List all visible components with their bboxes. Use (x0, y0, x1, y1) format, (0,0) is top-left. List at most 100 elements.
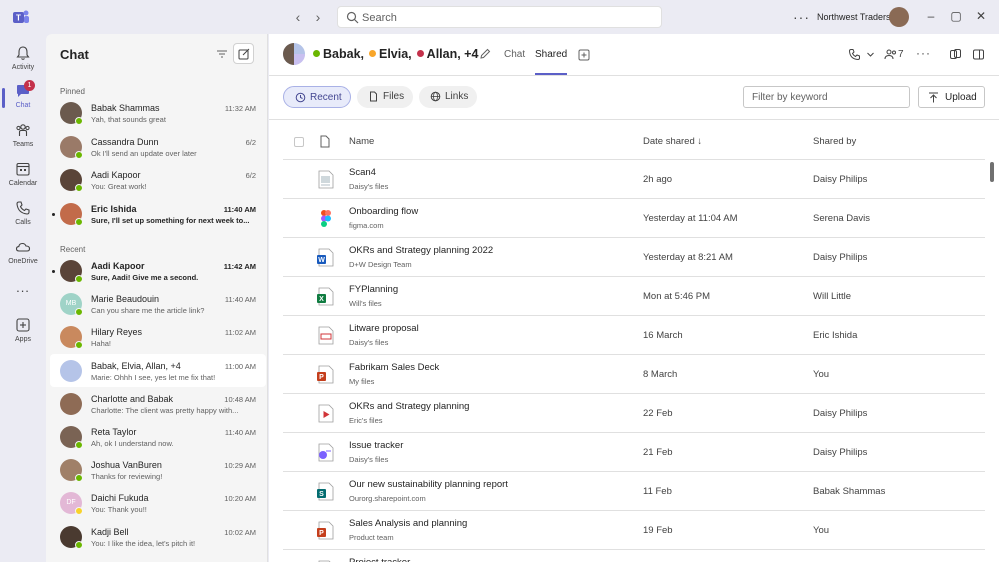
presence-status-icon (75, 150, 83, 159)
rail-activity[interactable]: Activity (0, 42, 46, 78)
minimize-icon[interactable]: – (924, 9, 938, 23)
new-chat-button[interactable] (233, 43, 254, 64)
chevron-down-icon[interactable] (866, 48, 875, 61)
file-name[interactable]: Project tracker (349, 557, 410, 562)
file-row[interactable]: S Our new sustainability planning report O… (283, 472, 985, 511)
file-row[interactable]: W OKRs and Strategy planning 2022 D+W Desi… (283, 238, 985, 277)
file-name[interactable]: Litware proposal (349, 323, 419, 334)
filter-links-pill[interactable]: Links (419, 86, 477, 108)
chat-list-item[interactable]: DF Daichi Fukuda 10:20 AM You: Thank you!! (50, 486, 266, 519)
date-shared: 11 Feb (643, 486, 672, 497)
chat-time: 10:29 AM (224, 461, 256, 471)
chat-list-item[interactable]: Kadji Bell 10:02 AM You: I like the idea, … (50, 520, 266, 553)
rail-onedrive[interactable]: OneDrive (0, 236, 46, 272)
file-name[interactable]: FYPlanning (349, 284, 398, 295)
column-date-shared[interactable]: Date shared ↓ (643, 136, 702, 147)
rail-calendar[interactable]: Calendar (0, 158, 46, 194)
filter-keyword-field[interactable] (743, 86, 910, 108)
close-icon[interactable]: ✕ (974, 9, 988, 23)
unread-indicator (52, 270, 55, 273)
add-tab-icon[interactable] (578, 49, 590, 61)
column-name[interactable]: Name (349, 136, 374, 147)
filter-recent-pill[interactable]: Recent (283, 86, 351, 108)
file-row[interactable]: Project tracker (283, 550, 985, 562)
powerpoint-file-icon: P (317, 521, 334, 540)
chat-list-item[interactable]: Hilary Reyes 11:02 AM Haha! (50, 320, 266, 353)
chat-participants[interactable]: Babak, Elvia, Allan, +4 (313, 47, 483, 61)
pdf-file-icon (318, 326, 334, 345)
file-name[interactable]: Our new sustainability planning report (349, 479, 508, 490)
file-row[interactable]: Litware proposal Daisy's files 16 March Eri… (283, 316, 985, 355)
unread-indicator (52, 212, 55, 216)
rail-more[interactable]: ... (0, 281, 46, 297)
chat-list-item[interactable]: Aadi Kapoor 6/2 You: Great work! (50, 163, 266, 196)
file-row[interactable]: X FYPlanning Will's files Mon at 5:46 PM Wil… (283, 277, 985, 316)
date-shared: Yesterday at 11:04 AM (643, 213, 738, 224)
select-all-checkbox[interactable] (294, 137, 304, 147)
chat-list-item[interactable]: Cassandra Dunn 6/2 Ok I'll send an update … (50, 130, 266, 163)
forward-arrow-icon[interactable]: › (310, 9, 326, 25)
shared-by: Daisy Philips (813, 447, 868, 458)
copilot-icon[interactable] (949, 48, 962, 61)
group-avatar[interactable] (283, 43, 305, 65)
edit-pencil-icon[interactable] (479, 48, 491, 60)
sharepoint-file-icon: S (317, 482, 334, 501)
bell-icon (16, 46, 30, 60)
file-row[interactable]: P Sales Analysis and planning Product team… (283, 511, 985, 550)
column-shared-by[interactable]: Shared by (813, 136, 856, 147)
filter-icon[interactable] (216, 48, 228, 60)
date-shared: 19 Feb (643, 525, 673, 536)
chat-list-item[interactable]: Babak Shammas 11:32 AM Yah, that sounds gr… (50, 96, 266, 129)
chat-list-item[interactable]: Eric Ishida 11:40 AM Sure, I'll set up som… (50, 197, 266, 230)
file-name[interactable]: Sales Analysis and planning (349, 518, 467, 529)
file-row[interactable]: Onboarding flow figma.com Yesterday at 11:… (283, 199, 985, 238)
chat-list-item[interactable]: MB Marie Beaudouin 11:40 AM Can you share m… (50, 287, 266, 320)
file-row[interactable]: OKRs and Strategy planning Eric's files 22… (283, 394, 985, 433)
file-row[interactable]: Issue tracker Daisy's files 21 Feb Daisy Ph… (283, 433, 985, 472)
people-count[interactable]: 7 (898, 49, 904, 60)
rail-apps[interactable]: Apps (0, 314, 46, 350)
file-row[interactable]: Scan4 Daisy's files 2h ago Daisy Philips (283, 160, 985, 199)
chat-list-item[interactable]: Aadi Kapoor 11:42 AM Sure, Aadi! Give me a… (50, 254, 266, 287)
file-name[interactable]: OKRs and Strategy planning 2022 (349, 245, 493, 256)
chat-preview: Charlotte: The client was pretty happy w… (91, 405, 239, 415)
shared-by: You (813, 525, 830, 536)
chat-name: Hilary Reyes (91, 327, 143, 338)
svg-text:P: P (319, 374, 324, 381)
search-box[interactable]: Search (337, 6, 662, 28)
back-arrow-icon[interactable]: ‹ (290, 9, 306, 25)
file-location: D+W Design Team (349, 260, 412, 269)
chat-list-item[interactable]: Charlotte and Babak 10:48 AM Charlotte: Th… (50, 387, 266, 420)
file-name[interactable]: Scan4 (349, 167, 376, 178)
chat-list-item[interactable]: Joshua VanBuren 10:29 AM Thanks for review… (50, 453, 266, 486)
popout-icon[interactable] (972, 48, 985, 61)
file-row[interactable]: P Fabrikam Sales Deck My files 8 March You (283, 355, 985, 394)
filter-keyword-input[interactable] (745, 88, 908, 106)
people-icon[interactable] (884, 48, 897, 61)
calendar-icon (16, 162, 30, 176)
tab-chat[interactable]: Chat (504, 49, 525, 60)
file-name[interactable]: Issue tracker (349, 440, 403, 451)
org-name[interactable]: Northwest Traders (817, 12, 891, 22)
rail-calls[interactable]: Calls (0, 197, 46, 233)
rail-chat[interactable]: 1 Chat (0, 80, 46, 116)
svg-text:P: P (319, 530, 324, 537)
file-location: Product team (349, 533, 394, 542)
upload-button[interactable]: Upload (918, 86, 985, 108)
filter-files-pill[interactable]: Files (357, 86, 413, 108)
call-icon[interactable] (848, 48, 861, 61)
user-avatar[interactable] (889, 7, 909, 27)
scrollbar-thumb[interactable] (990, 162, 994, 182)
rail-teams[interactable]: Teams (0, 119, 46, 155)
file-location: Daisy's files (349, 455, 389, 464)
file-name[interactable]: Fabrikam Sales Deck (349, 362, 439, 373)
chat-name: Cassandra Dunn (91, 136, 159, 147)
chat-list-item[interactable]: Reta Taylor 11:40 AM Ah, ok I understand n… (50, 420, 266, 453)
tab-shared[interactable]: Shared (535, 49, 567, 60)
more-options-icon[interactable]: ··· (916, 46, 931, 60)
maximize-icon[interactable]: ▢ (949, 9, 963, 23)
file-name[interactable]: Onboarding flow (349, 206, 418, 217)
file-name[interactable]: OKRs and Strategy planning (349, 401, 469, 412)
more-options-icon[interactable]: ··· (793, 9, 810, 25)
chat-list-item[interactable]: Babak, Elvia, Allan, +4 11:00 AM Marie: Oh… (50, 353, 266, 387)
